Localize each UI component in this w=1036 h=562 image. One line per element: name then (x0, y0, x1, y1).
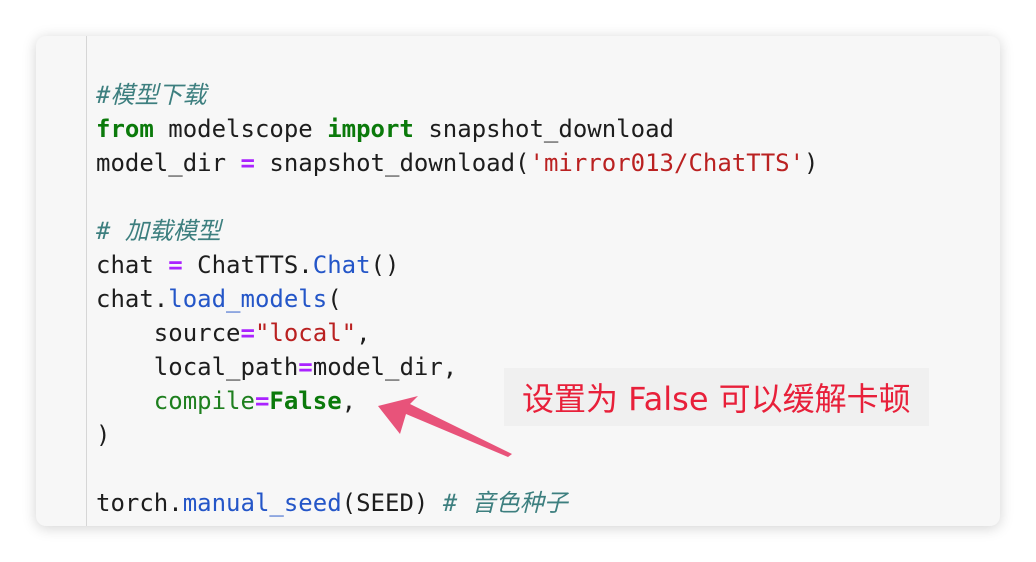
code-token: modelscope (153, 115, 328, 143)
code-line: #模型下载 (96, 78, 819, 112)
annotation-label: 设置为 False 可以缓解卡顿 (504, 368, 929, 426)
code-token: snapshot_download (413, 115, 674, 143)
code-token: source (96, 319, 241, 347)
code-token: torch. (96, 489, 183, 517)
code-token: SEED (96, 36, 154, 41)
code-token: # 音色种子 (442, 489, 568, 517)
code-token: ( (327, 285, 342, 313)
code-token: ) (96, 421, 111, 449)
code-token: import (327, 115, 414, 143)
code-token: compile (96, 387, 255, 415)
code-token: ChatTTS. (182, 251, 313, 279)
code-token: False (269, 387, 342, 415)
code-line: from modelscope import snapshot_download (96, 112, 819, 146)
code-token: , (356, 319, 371, 347)
code-line: # 加载模型 (96, 214, 819, 248)
cell-gutter (86, 36, 87, 526)
code-token: "local" (254, 319, 357, 347)
code-token: = (298, 353, 313, 381)
code-token: manual_seed (182, 489, 342, 517)
code-token: 'mirror013/ChatTTS' (529, 149, 805, 177)
code-token: load_models (168, 285, 328, 313)
code-line: chat = ChatTTS.Chat() (96, 248, 819, 282)
code-token: local_path (96, 353, 299, 381)
code-token: #模型下载 (96, 81, 207, 109)
annotation-text: 设置为 False 可以缓解卡顿 (522, 380, 911, 418)
code-token: = (254, 387, 270, 415)
code-token: Chat (312, 251, 371, 279)
code-token: () (370, 251, 400, 279)
code-line: model_dir = snapshot_download('mirror013… (96, 146, 819, 180)
code-token: = (168, 251, 183, 279)
code-line: torch.manual_seed(SEED) # 音色种子 (96, 486, 819, 520)
code-token: # 加载模型 (96, 217, 221, 245)
code-line: source="local", (96, 316, 819, 350)
code-token: = (240, 319, 255, 347)
code-token: = (168, 36, 182, 41)
code-token: model_dir (96, 149, 241, 177)
arrow-icon (378, 396, 512, 457)
code-token: chat. (96, 285, 169, 313)
code-token: ) (804, 149, 819, 177)
code-token: = (240, 149, 255, 177)
code-line: chat.load_models( (96, 282, 819, 316)
code-line: SEED = 1122 (96, 36, 819, 44)
code-token: snapshot_download( (254, 149, 530, 177)
code-token: from (96, 115, 154, 143)
code-token: 1122 (197, 36, 255, 41)
code-token: chat (96, 251, 169, 279)
code-token: (SEED) (341, 489, 443, 517)
